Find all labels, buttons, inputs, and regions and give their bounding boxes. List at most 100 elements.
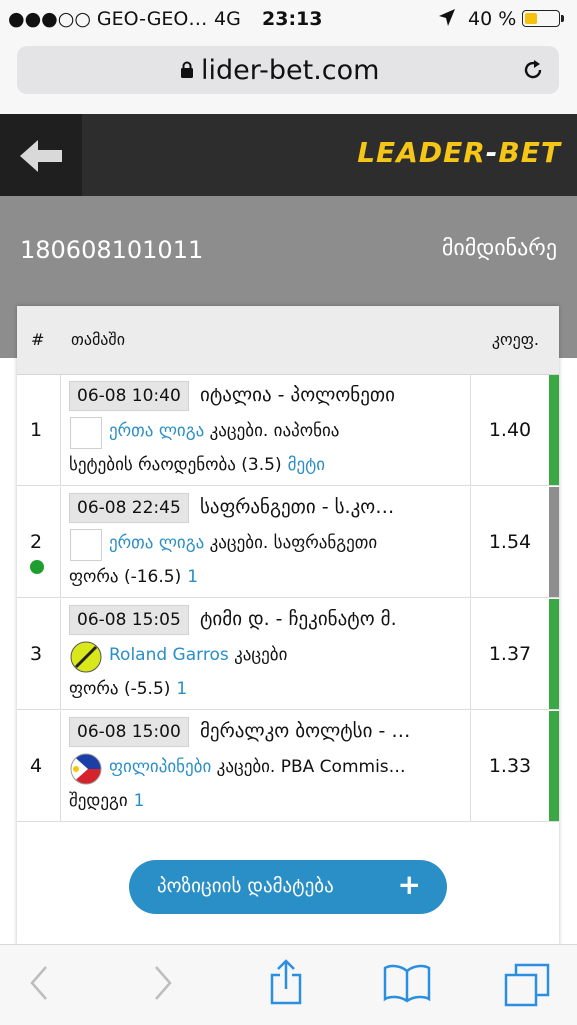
event-time: 06-08 10:40 bbox=[69, 381, 189, 411]
clock: 23:13 bbox=[262, 8, 323, 30]
odd-cell: 1.37 bbox=[470, 599, 549, 709]
table-row[interactable]: 2 06-08 22:45 საფრანგეთი - ს.კო… ერთა ლიგა … bbox=[17, 487, 559, 598]
leader-bet-logo: LEADER-BET bbox=[357, 136, 561, 169]
event-category: კაცები. იაპონია bbox=[209, 421, 340, 441]
logo-main-text: LEADER bbox=[357, 136, 486, 169]
network-type: 4G bbox=[214, 8, 241, 30]
event-category: კაცები bbox=[234, 645, 288, 665]
selected-outcome: 1 bbox=[176, 679, 188, 699]
status-bar-indicator bbox=[549, 711, 559, 821]
table-header: # თამაში კოეფ. bbox=[17, 306, 559, 375]
browser-bottom-bar bbox=[0, 944, 577, 1025]
event-cell: 06-08 15:05 ტიმი დ. - ჩეკინატო მ. Roland G… bbox=[61, 599, 469, 709]
battery-icon bbox=[522, 10, 564, 27]
add-position-button[interactable]: პოზიციის დამატება + bbox=[129, 860, 447, 914]
market-name: ფორა (-5.5) bbox=[69, 679, 171, 699]
live-indicator-icon bbox=[30, 560, 44, 574]
address-bar[interactable]: lider-bet.com bbox=[17, 46, 559, 94]
selected-outcome: 1 bbox=[133, 791, 145, 811]
odd-value: 1.40 bbox=[488, 419, 532, 441]
row-number-cell: 1 bbox=[17, 375, 61, 485]
row-number-cell: 3 bbox=[17, 599, 61, 709]
odd-value: 1.33 bbox=[488, 755, 532, 777]
table-row[interactable]: 4 06-08 15:00 მერალკო ბოლტსი - … ფილიპინები… bbox=[17, 711, 559, 822]
plus-icon: + bbox=[397, 868, 421, 901]
browser-forward-icon[interactable] bbox=[152, 963, 174, 1003]
event-teams: საფრანგეთი - ს.კო… bbox=[200, 496, 395, 518]
add-position-label: პოზიციის დამატება bbox=[157, 875, 334, 897]
event-cell: 06-08 22:45 საფრანგეთი - ს.კო… ერთა ლიგა კ… bbox=[61, 487, 469, 597]
ticket-status: მიმდინარე bbox=[441, 236, 557, 261]
team-flag-placeholder bbox=[70, 417, 102, 449]
market-line: ფორა (-5.5) 1 bbox=[69, 679, 465, 699]
row-number: 4 bbox=[30, 755, 43, 777]
table-row[interactable]: 1 06-08 10:40 იტალია - პოლონეთი ერთა ლიგა კ… bbox=[17, 375, 559, 486]
market-name: ფორა (-16.5) bbox=[69, 567, 182, 587]
league-link[interactable]: ერთა ლიგა bbox=[109, 421, 204, 441]
tabs-icon[interactable] bbox=[504, 963, 550, 1007]
odd-value: 1.54 bbox=[488, 531, 532, 553]
row-number: 1 bbox=[30, 419, 43, 441]
ticket-id: 180608101011 bbox=[20, 236, 204, 264]
event-teams: ტიმი დ. - ჩეკინატო მ. bbox=[200, 608, 397, 630]
bookmarks-icon[interactable] bbox=[382, 963, 432, 1003]
app-header: LEADER-BET bbox=[0, 114, 577, 196]
browser-toolbar: lider-bet.com bbox=[0, 38, 577, 114]
event-category: კაცები. საფრანგეთი bbox=[209, 533, 378, 553]
market-name: შედეგი bbox=[69, 791, 128, 811]
back-button[interactable] bbox=[0, 114, 82, 196]
logo-dash: - bbox=[485, 136, 499, 169]
team-flag-placeholder bbox=[70, 529, 102, 561]
philippines-flag-icon bbox=[70, 753, 102, 785]
bet-ticket-card: # თამაში კოეფ. 1 06-08 10:40 იტალია - პოლო… bbox=[17, 306, 559, 946]
event-category: კაცები. PBA Commis… bbox=[216, 757, 406, 777]
market-line: სეტების რაოდენობა (3.5) მეტი bbox=[69, 455, 465, 475]
url-text: lider-bet.com bbox=[201, 55, 380, 86]
league-link[interactable]: ერთა ლიგა bbox=[109, 533, 204, 553]
status-bar-indicator bbox=[549, 487, 559, 597]
league-line: Roland Garros კაცები bbox=[109, 645, 465, 665]
event-teams: მერალკო ბოლტსი - … bbox=[200, 720, 411, 742]
row-number-cell: 2 bbox=[17, 487, 61, 597]
odd-cell: 1.40 bbox=[470, 375, 549, 485]
status-bar: ●●●○○ GEO-GEO… 4G 23:13 40 % bbox=[0, 0, 577, 38]
odd-cell: 1.54 bbox=[470, 487, 549, 597]
event-teams: იტალია - პოლონეთი bbox=[200, 384, 395, 406]
selected-outcome: 1 bbox=[187, 567, 199, 587]
reload-icon[interactable] bbox=[521, 58, 545, 82]
lock-icon bbox=[181, 61, 193, 78]
event-cell: 06-08 15:00 მერალკო ბოლტსი - … ფილიპინები … bbox=[61, 711, 469, 821]
odd-cell: 1.33 bbox=[470, 711, 549, 821]
row-number-cell: 4 bbox=[17, 711, 61, 821]
league-line: ერთა ლიგა კაცები. იაპონია bbox=[109, 421, 465, 441]
selected-outcome: მეტი bbox=[287, 455, 326, 475]
league-line: ერთა ლიგა კაცები. საფრანგეთი bbox=[109, 533, 465, 553]
row-number: 2 bbox=[30, 531, 43, 553]
status-bar-indicator bbox=[549, 375, 559, 485]
league-link[interactable]: ფილიპინები bbox=[109, 757, 211, 777]
share-icon[interactable] bbox=[268, 959, 304, 1005]
event-time: 06-08 15:05 bbox=[69, 605, 189, 635]
tennis-ball-icon bbox=[70, 641, 102, 673]
row-number: 3 bbox=[30, 643, 43, 665]
league-link[interactable]: Roland Garros bbox=[109, 645, 229, 665]
carrier-signal: ●●●○○ GEO-GEO… bbox=[8, 8, 208, 30]
arrow-left-icon bbox=[20, 140, 62, 172]
logo-accent-text: BET bbox=[498, 136, 561, 169]
column-number: # bbox=[31, 330, 45, 349]
table-row[interactable]: 3 06-08 15:05 ტიმი დ. - ჩეკინატო მ. Roland … bbox=[17, 599, 559, 710]
battery-percent: 40 % bbox=[468, 8, 517, 30]
market-line: ფორა (-16.5) 1 bbox=[69, 567, 465, 587]
event-cell: 06-08 10:40 იტალია - პოლონეთი ერთა ლიგა კა… bbox=[61, 375, 469, 485]
column-odd: კოეფ. bbox=[491, 330, 539, 349]
market-line: შედეგი 1 bbox=[69, 791, 465, 811]
league-line: ფილიპინები კაცები. PBA Commis… bbox=[109, 757, 465, 777]
browser-back-icon[interactable] bbox=[28, 963, 50, 1003]
column-game: თამაში bbox=[71, 330, 125, 349]
location-arrow-icon bbox=[439, 9, 455, 26]
status-bar-indicator bbox=[549, 599, 559, 709]
market-name: სეტების რაოდენობა (3.5) bbox=[69, 455, 282, 475]
odd-value: 1.37 bbox=[488, 643, 532, 665]
event-time: 06-08 22:45 bbox=[69, 493, 189, 523]
event-time: 06-08 15:00 bbox=[69, 717, 189, 747]
